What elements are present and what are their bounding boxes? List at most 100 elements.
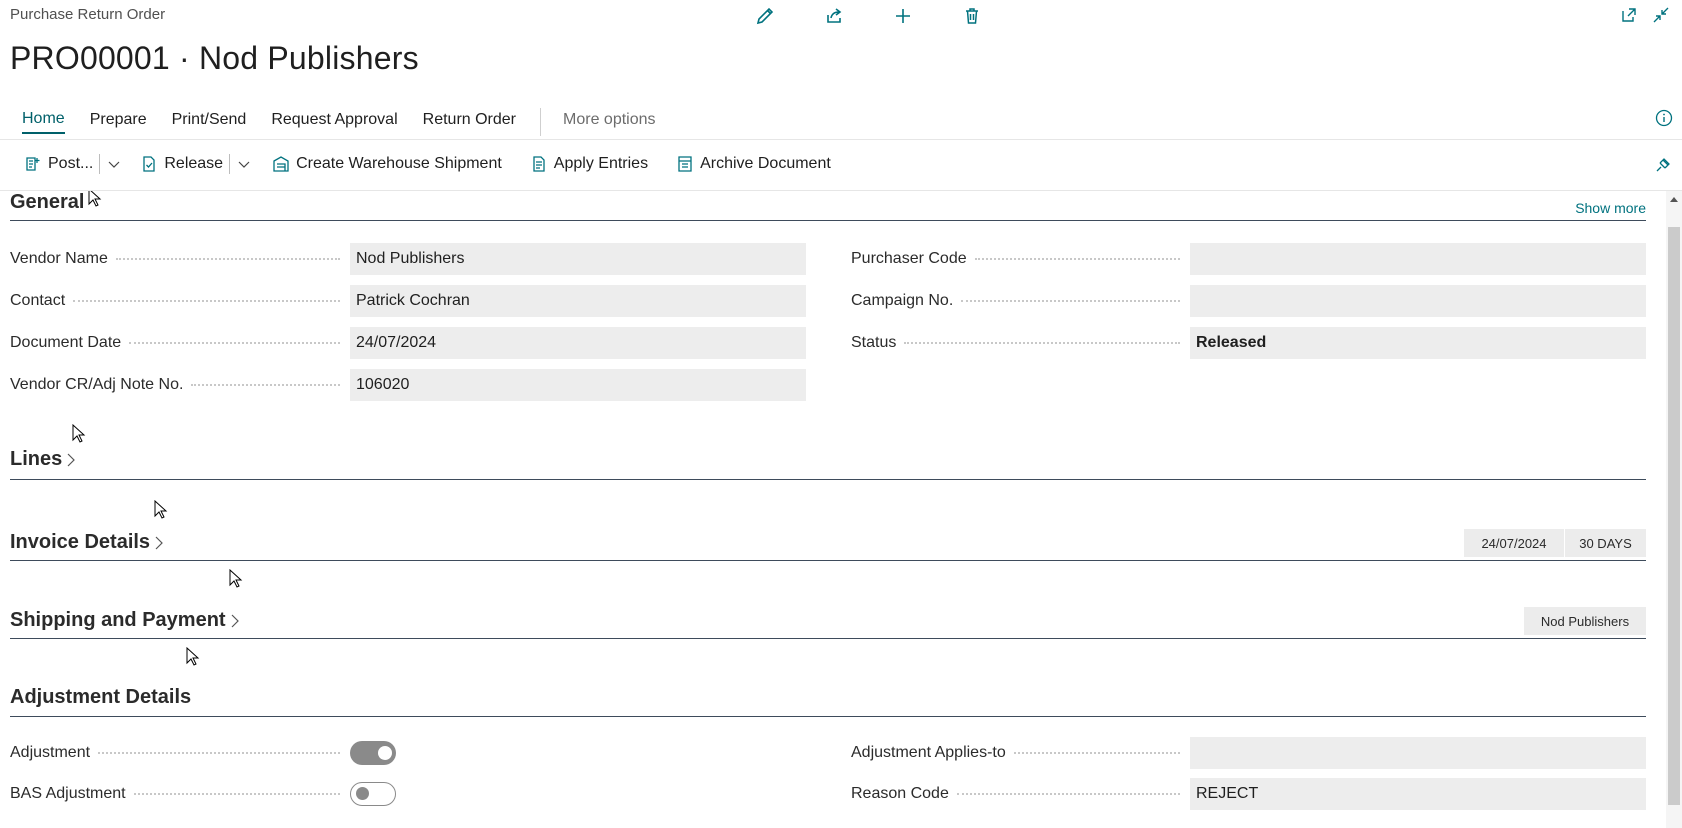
open-new-window-icon[interactable] (1616, 2, 1642, 28)
field-adjustment-applies-to: Adjustment Applies-to (851, 737, 1646, 769)
mouse-cursor-icon (154, 500, 168, 519)
field-vendor-cr-adj-note-no: Vendor CR/Adj Note No. 106020 (10, 369, 806, 401)
chevron-right-icon (230, 613, 242, 629)
field-campaign-no: Campaign No. (851, 285, 1646, 317)
release-icon (143, 156, 156, 172)
tab-home[interactable]: Home (22, 110, 65, 134)
shipping-payment-summary: Nod Publishers (1524, 607, 1646, 635)
tab-request-approval[interactable]: Request Approval (271, 111, 397, 133)
contact-field[interactable]: Patrick Cochran (350, 285, 806, 317)
scroll-up-arrow-icon[interactable] (1669, 195, 1679, 205)
archive-document-label: Archive Document (700, 155, 831, 172)
pin-icon[interactable] (1654, 156, 1674, 176)
delete-icon[interactable] (937, 2, 1006, 30)
tab-return-order[interactable]: Return Order (423, 111, 516, 133)
tab-separator (540, 108, 542, 136)
adjustment-toggle[interactable] (350, 741, 396, 765)
release-button[interactable]: Release (140, 155, 223, 173)
field-document-date: Document Date 24/07/2024 (10, 327, 806, 359)
invoice-details-summary: 24/07/2024 30 DAYS (1464, 529, 1646, 557)
share-icon[interactable] (799, 2, 868, 30)
mouse-cursor-icon (186, 647, 200, 666)
shipping-payment-section-header[interactable]: Shipping and Payment Nod Publishers (10, 605, 1646, 639)
dotted-leader (974, 258, 1180, 260)
archive-document-button[interactable]: Archive Document (676, 155, 831, 173)
vendor-cr-adj-note-no-field[interactable]: 106020 (350, 369, 806, 401)
scrollbar-thumb[interactable] (1668, 227, 1680, 805)
split-separator (229, 154, 231, 174)
info-icon[interactable] (1654, 108, 1674, 128)
general-section-header[interactable]: General Show more (10, 191, 1646, 221)
post-button[interactable]: Post... (24, 155, 93, 173)
reason-code-field[interactable]: REJECT (1190, 778, 1646, 810)
post-dropdown-chevron-icon[interactable] (106, 156, 122, 172)
summary-badge: Nod Publishers (1524, 607, 1646, 635)
vendor-name-field[interactable]: Nod Publishers (350, 243, 806, 275)
mouse-cursor-icon (72, 424, 86, 443)
dotted-leader (133, 793, 340, 795)
apply-entries-label: Apply Entries (553, 155, 649, 172)
dotted-leader (98, 752, 340, 754)
mouse-cursor-icon (229, 569, 243, 588)
shipping-payment-section-title: Shipping and Payment (10, 609, 226, 631)
chevron-right-icon (66, 452, 78, 468)
field-purchaser-code: Purchaser Code (851, 243, 1646, 275)
dotted-leader (191, 384, 340, 386)
summary-badge: 24/07/2024 (1464, 529, 1564, 557)
window-controls (1616, 2, 1674, 28)
lines-section-header[interactable]: Lines (10, 448, 1646, 480)
tab-print-send[interactable]: Print/Send (172, 111, 247, 133)
general-section-title: General (10, 191, 85, 213)
collapse-icon[interactable] (1648, 2, 1674, 28)
bas-adjustment-toggle[interactable] (350, 782, 396, 806)
field-contact: Contact Patrick Cochran (10, 285, 806, 317)
invoice-details-section-title: Invoice Details (10, 531, 151, 553)
warehouse-shipment-icon (273, 156, 289, 172)
tab-more-options[interactable]: More options (563, 111, 656, 133)
invoice-details-section-header[interactable]: Invoice Details 24/07/2024 30 DAYS (10, 527, 1646, 561)
add-icon[interactable] (868, 2, 937, 30)
apply-entries-button[interactable]: Apply Entries (530, 155, 648, 173)
edit-icon[interactable] (730, 2, 799, 30)
field-label: Vendor CR/Adj Note No. (10, 376, 184, 393)
purchaser-code-field[interactable] (1190, 243, 1646, 275)
lines-section-title: Lines (10, 448, 63, 470)
adjustment-applies-to-field[interactable] (1190, 737, 1646, 769)
field-label: Adjustment (10, 744, 91, 761)
tab-prepare[interactable]: Prepare (90, 111, 147, 133)
field-label: Document Date (10, 334, 122, 351)
archive-icon (678, 156, 692, 172)
field-reason-code: Reason Code REJECT (851, 778, 1646, 810)
field-status: Status Released (851, 327, 1646, 359)
field-label: Status (851, 334, 897, 351)
field-label: Campaign No. (851, 292, 954, 309)
document-date-field[interactable]: 24/07/2024 (350, 327, 806, 359)
campaign-no-field[interactable] (1190, 285, 1646, 317)
split-separator (99, 154, 101, 174)
post-icon (26, 157, 40, 171)
dotted-leader (129, 342, 340, 344)
top-action-bar (730, 2, 1006, 30)
adjustment-details-section-header[interactable]: Adjustment Details (10, 686, 1646, 717)
release-dropdown-chevron-icon[interactable] (236, 156, 252, 172)
chevron-right-icon (154, 535, 166, 551)
create-warehouse-shipment-label: Create Warehouse Shipment (296, 155, 502, 172)
tab-divider (0, 139, 1682, 140)
vertical-scrollbar[interactable] (1666, 191, 1682, 828)
status-field: Released (1190, 327, 1646, 359)
release-label: Release (164, 155, 224, 172)
summary-badge: 30 DAYS (1564, 529, 1646, 557)
action-bar: Post... Release Create Warehouse Shipmen… (24, 154, 831, 174)
mouse-cursor-icon (88, 191, 102, 207)
show-more-link[interactable]: Show more (1575, 200, 1646, 216)
page-title: PRO00001 · Nod Publishers (10, 40, 419, 76)
apply-entries-icon (533, 156, 545, 172)
field-label: BAS Adjustment (10, 785, 126, 802)
field-label: Purchaser Code (851, 250, 967, 267)
field-label: Reason Code (851, 785, 949, 802)
page-caption: Purchase Return Order (10, 6, 166, 23)
dotted-leader (115, 258, 340, 260)
dotted-leader (1013, 752, 1180, 754)
field-adjustment: Adjustment (10, 737, 410, 769)
create-warehouse-shipment-button[interactable]: Create Warehouse Shipment (272, 155, 502, 173)
